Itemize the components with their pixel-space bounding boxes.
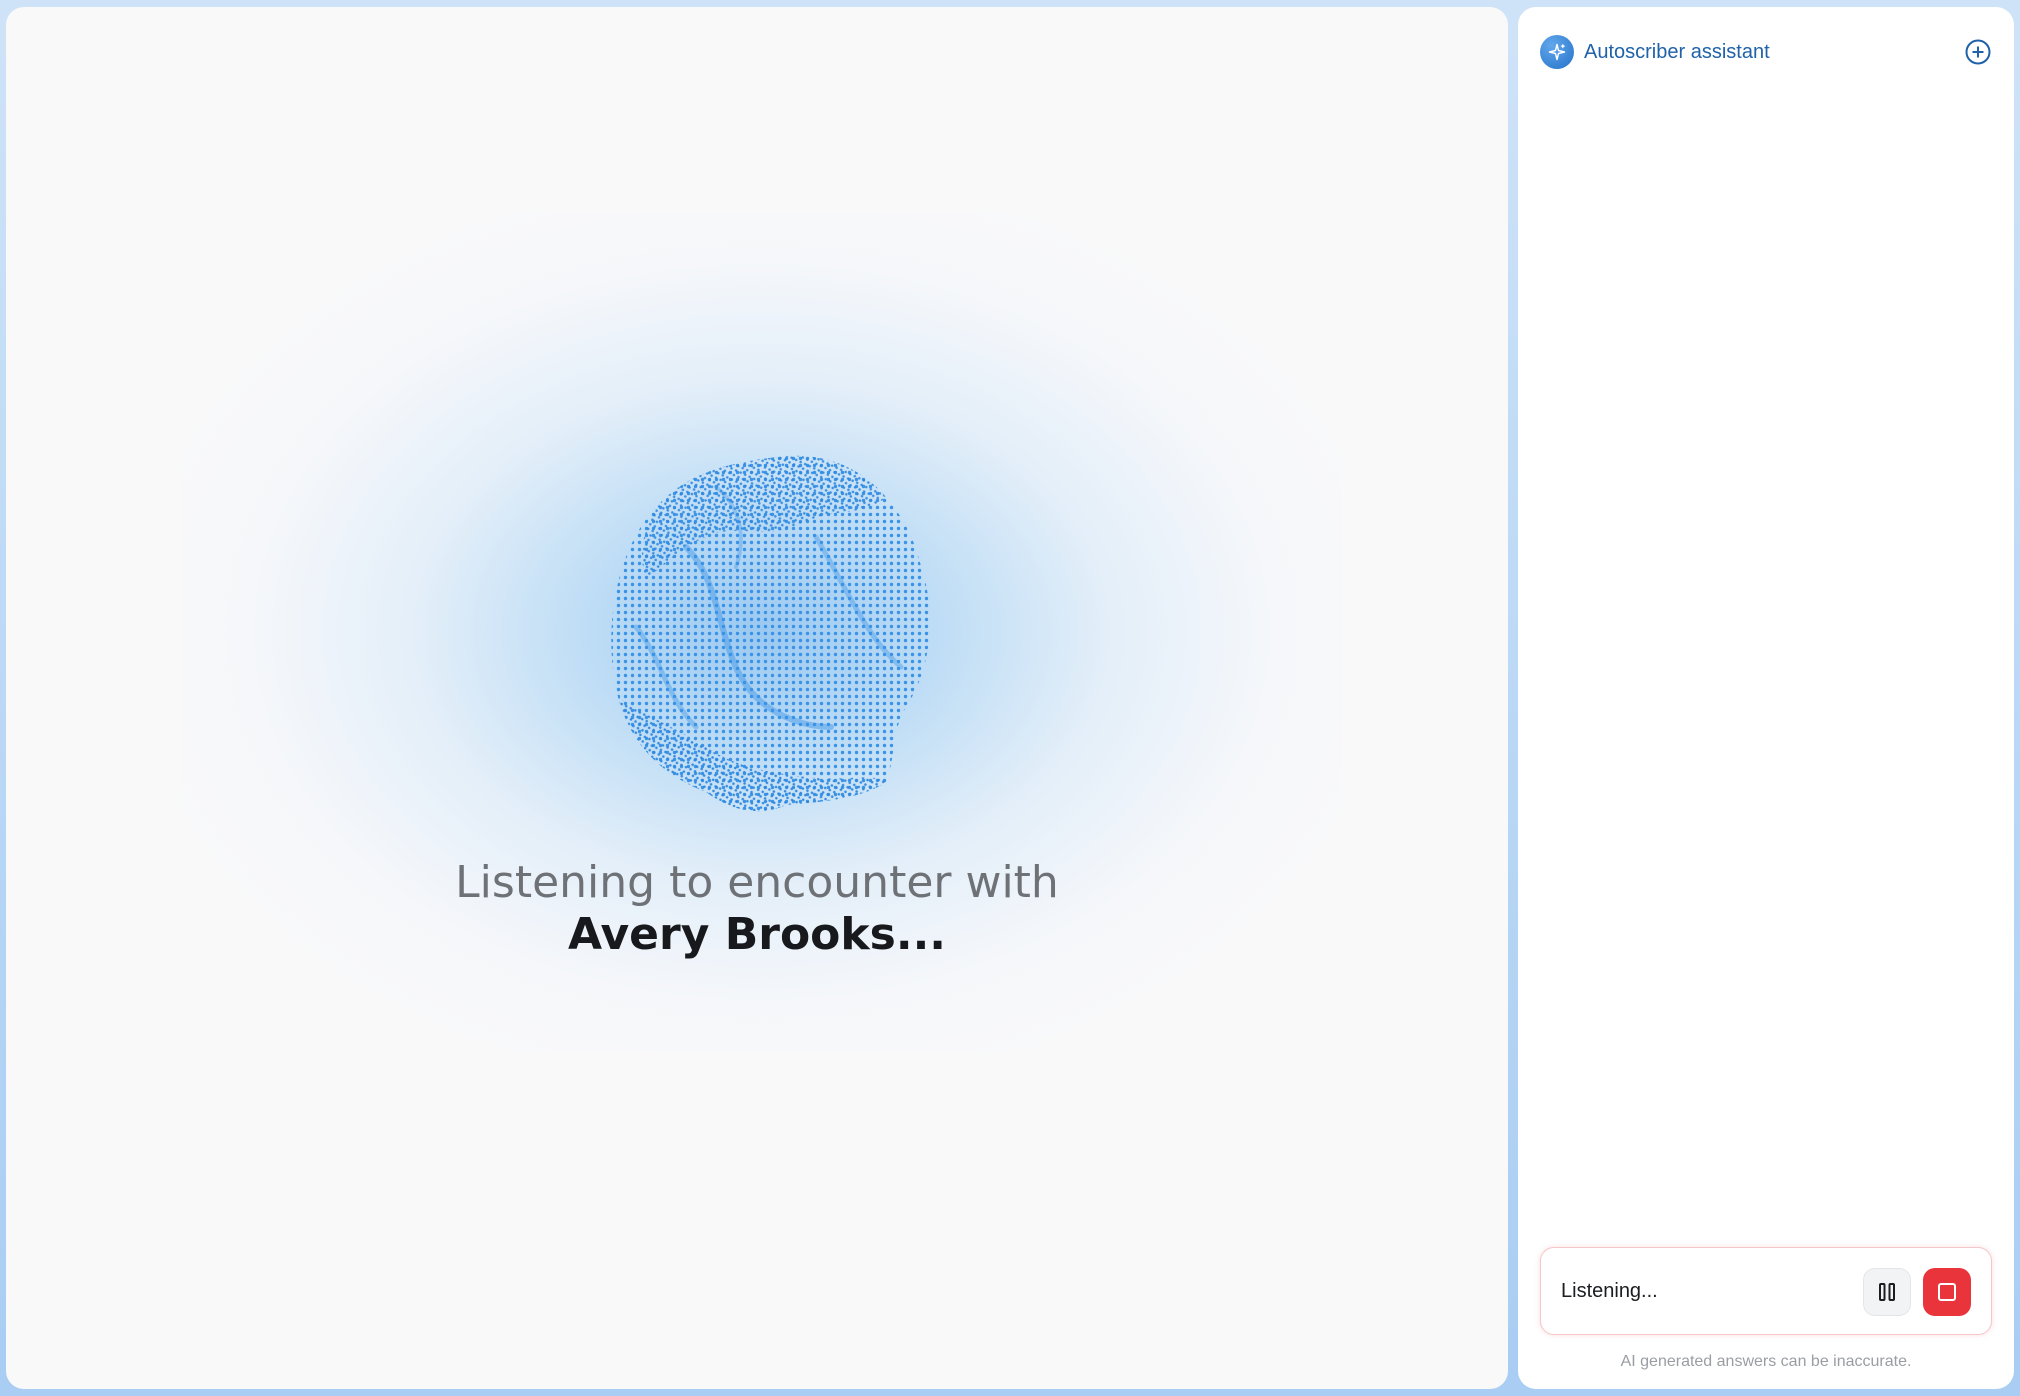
pause-icon [1879, 1283, 1895, 1301]
listening-status-line: Listening to encounter with [455, 857, 1059, 908]
recording-status-box: Listening... [1540, 1247, 1992, 1335]
listening-message: Listening to encounter with Avery Brooks… [6, 857, 1508, 961]
new-chat-button[interactable] [1964, 38, 1992, 66]
stop-button[interactable] [1923, 1268, 1971, 1316]
plus-circle-icon [1965, 39, 1991, 65]
ai-disclaimer: AI generated answers can be inaccurate. [1620, 1353, 1912, 1370]
encounter-panel: Listening to encounter with Avery Brooks… [6, 7, 1508, 1389]
assistant-panel: Autoscriber assistant Listening... AI ge… [1518, 7, 2014, 1389]
pause-button[interactable] [1863, 1268, 1911, 1316]
recording-status-text: Listening... [1561, 1280, 1658, 1302]
audio-visualizer-orb [611, 455, 931, 812]
stop-icon [1938, 1283, 1956, 1301]
patient-name: Avery Brooks... [568, 909, 946, 960]
assistant-header: Autoscriber assistant [1540, 29, 1992, 75]
assistant-title: Autoscriber assistant [1584, 40, 1770, 63]
sparkle-icon [1540, 35, 1574, 69]
